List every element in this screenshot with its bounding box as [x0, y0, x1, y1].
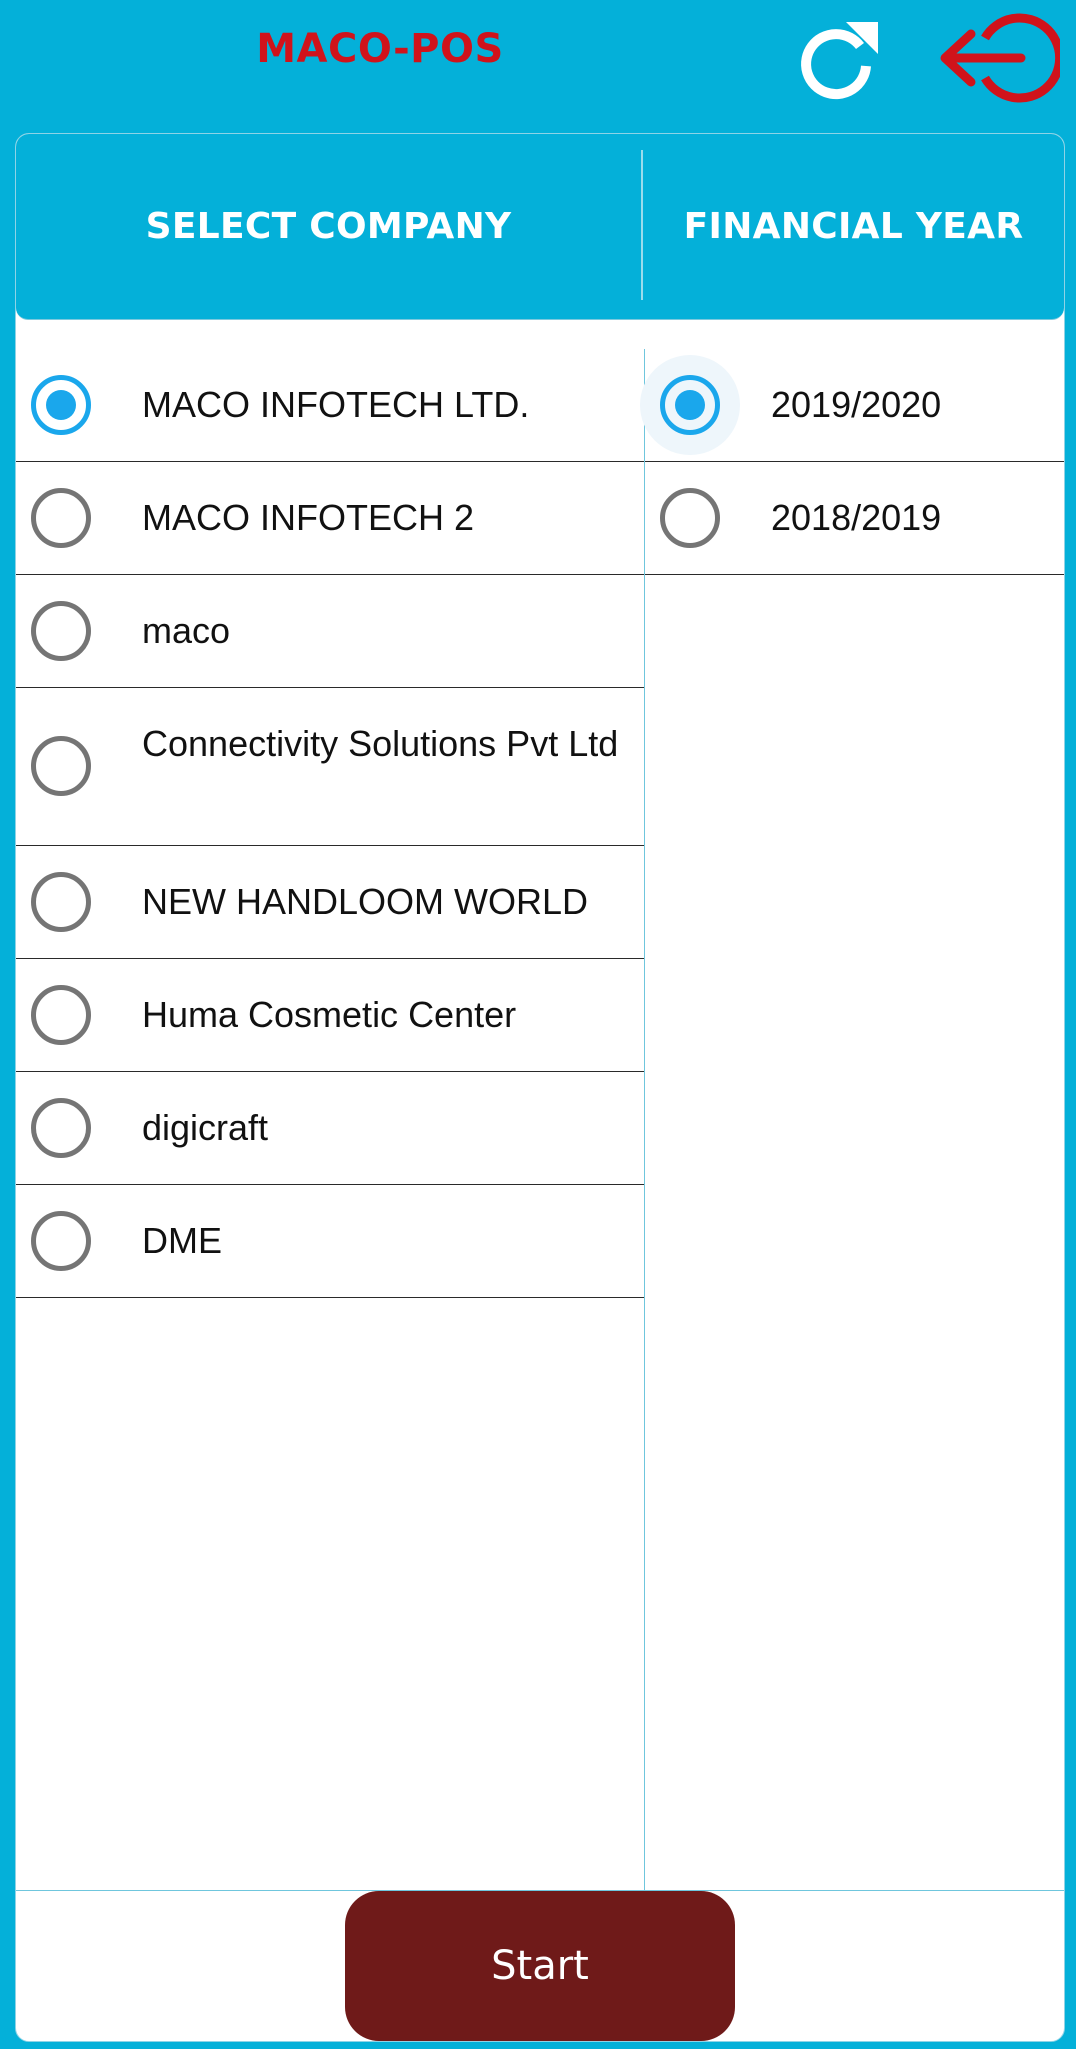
radio-unselected-icon[interactable]	[31, 985, 91, 1045]
logout-button[interactable]	[935, 12, 1065, 104]
financial-year-header: FINANCIAL YEAR	[683, 206, 1024, 247]
company-list: MACO INFOTECH LTD. MACO INFOTECH 2 maco …	[16, 349, 644, 1298]
radio-selected-icon[interactable]	[660, 375, 720, 435]
app-title: MACO-POS	[256, 26, 504, 72]
company-name: DME	[142, 1220, 222, 1261]
company-option-connectivity-solutions[interactable]: Connectivity Solutions Pvt Ltd	[16, 688, 644, 846]
refresh-button[interactable]	[796, 18, 880, 102]
radio-unselected-icon[interactable]	[31, 1098, 91, 1158]
radio-unselected-icon[interactable]	[31, 736, 91, 796]
company-option-maco-infotech-2[interactable]: MACO INFOTECH 2	[16, 462, 644, 575]
selection-card: SELECT COMPANY FINANCIAL YEAR MACO INFOT…	[15, 133, 1065, 2042]
column-divider	[644, 349, 645, 2024]
radio-unselected-icon[interactable]	[31, 1211, 91, 1271]
select-company-header: SELECT COMPANY	[145, 206, 512, 247]
radio-unselected-icon[interactable]	[31, 601, 91, 661]
company-name: Huma Cosmetic Center	[142, 994, 517, 1035]
year-option-2019-2020[interactable]: 2019/2020	[640, 349, 1064, 462]
company-option-new-handloom-world[interactable]: NEW HANDLOOM WORLD	[16, 846, 644, 959]
radio-selected-icon[interactable]	[31, 375, 91, 435]
company-option-digicraft[interactable]: digicraft	[16, 1072, 644, 1185]
card-header: SELECT COMPANY FINANCIAL YEAR	[16, 134, 1064, 320]
year-label: 2018/2019	[771, 497, 942, 538]
radio-unselected-icon[interactable]	[31, 488, 91, 548]
company-option-maco[interactable]: maco	[16, 575, 644, 688]
company-name: NEW HANDLOOM WORLD	[142, 881, 589, 922]
company-name: Connectivity Solutions Pvt Ltd	[142, 723, 619, 764]
company-name: MACO INFOTECH 2	[142, 497, 475, 538]
radio-unselected-icon[interactable]	[660, 488, 720, 548]
company-option-dme[interactable]: DME	[16, 1185, 644, 1298]
year-label: 2019/2020	[771, 384, 942, 425]
company-option-huma-cosmetic-center[interactable]: Huma Cosmetic Center	[16, 959, 644, 1072]
logout-icon	[940, 13, 1065, 103]
company-name: maco	[142, 610, 231, 651]
refresh-icon	[801, 22, 878, 100]
company-name: MACO INFOTECH LTD.	[142, 384, 530, 425]
year-option-2018-2019[interactable]: 2018/2019	[645, 462, 1064, 575]
start-button[interactable]: Start	[345, 1891, 735, 2041]
company-option-maco-infotech-ltd[interactable]: MACO INFOTECH LTD.	[16, 349, 644, 462]
radio-unselected-icon[interactable]	[31, 872, 91, 932]
company-name: digicraft	[142, 1107, 269, 1148]
financial-year-list: 2019/2020 2018/2019	[640, 349, 1064, 575]
